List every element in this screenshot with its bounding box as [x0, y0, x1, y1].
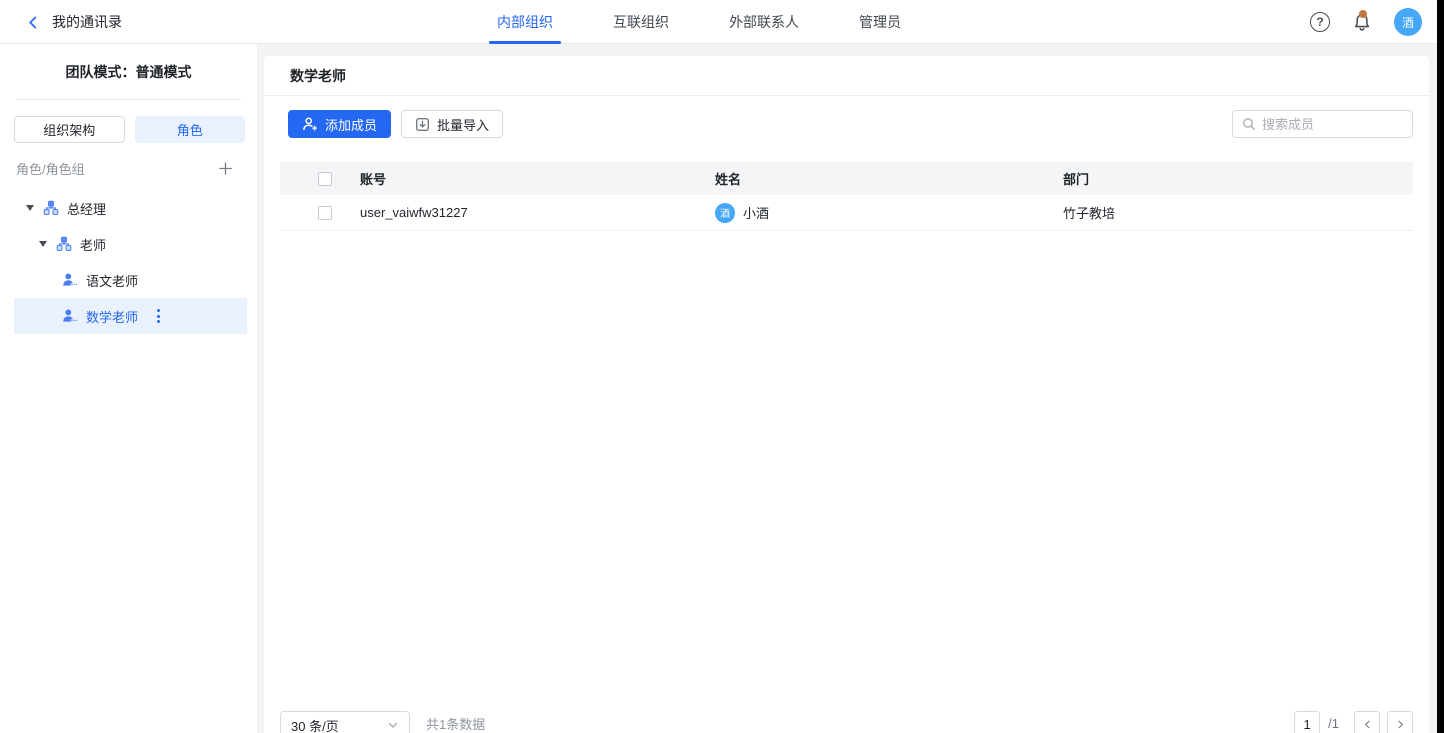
back-chevron-icon — [26, 15, 41, 30]
prev-page-button[interactable] — [1354, 711, 1380, 733]
tab-admins[interactable]: 管理员 — [851, 0, 909, 44]
tree-item-label: 数学老师 — [86, 307, 138, 326]
pagination-bar: 30 条/页 共1条数据 1 /1 — [280, 711, 1413, 733]
app-root: 我的通讯录 内部组织 互联组织 外部联系人 管理员 ? 酒 团队模式：普通模式 … — [0, 0, 1444, 733]
tree-item-teacher[interactable]: 老师 — [0, 226, 257, 262]
tree-item-chinese-teacher[interactable]: 语文老师 — [0, 262, 257, 298]
table-header-row: 账号 姓名 部门 — [280, 162, 1413, 195]
main-panel: 数学老师 添加成员 批量导入 — [264, 56, 1429, 733]
current-page-box[interactable]: 1 — [1294, 711, 1320, 733]
cell-account: user_vaiwfw31227 — [360, 205, 715, 220]
search-icon — [1242, 117, 1256, 131]
notification-bell-icon[interactable] — [1352, 12, 1372, 32]
add-person-icon — [302, 116, 318, 132]
members-table: 账号 姓名 部门 user_vaiwfw31227 酒 小酒 竹子教培 — [280, 162, 1413, 231]
back-to-contacts[interactable]: 我的通讯录 — [26, 0, 122, 44]
cell-name: 酒 小酒 — [715, 203, 1063, 223]
total-pages-label: /1 — [1328, 711, 1339, 733]
topbar-actions: ? 酒 — [1310, 0, 1422, 44]
tree-item-label: 老师 — [80, 235, 106, 254]
tree-item-general-manager[interactable]: 总经理 — [0, 190, 257, 226]
sidebar: 团队模式：普通模式 组织架构 角色 角色/角色组 总经理 — [0, 44, 258, 733]
page-size-select[interactable]: 30 条/页 — [280, 711, 410, 733]
org-structure-button[interactable]: 组织架构 — [14, 116, 125, 143]
role-group-label: 角色/角色组 — [16, 159, 85, 178]
import-icon — [415, 117, 430, 132]
tree-item-math-teacher[interactable]: 数学老师 — [14, 298, 247, 334]
view-toggle: 组织架构 角色 — [0, 100, 257, 143]
pager-controls: 1 /1 — [1294, 711, 1413, 733]
role-button[interactable]: 角色 — [135, 116, 246, 143]
row-checkbox[interactable] — [318, 206, 332, 220]
column-header-name: 姓名 — [715, 169, 1063, 188]
collapse-caret-icon[interactable] — [26, 205, 34, 211]
role-tree: 总经理 老师 语文老师 数学老师 — [0, 190, 257, 334]
add-role-icon[interactable] — [218, 161, 233, 176]
top-tabs: 内部组织 互联组织 外部联系人 管理员 — [489, 0, 909, 44]
batch-import-label: 批量导入 — [437, 115, 489, 134]
table-row[interactable]: user_vaiwfw31227 酒 小酒 竹子教培 — [280, 195, 1413, 231]
search-input[interactable] — [1262, 117, 1438, 132]
role-person-icon — [62, 308, 78, 324]
tree-item-label: 总经理 — [67, 199, 106, 218]
screen-edge-strip — [1437, 0, 1444, 733]
org-node-icon — [56, 236, 72, 252]
cell-department: 竹子教培 — [1063, 203, 1413, 222]
topbar: 我的通讯录 内部组织 互联组织 外部联系人 管理员 ? 酒 — [0, 0, 1444, 44]
next-page-button[interactable] — [1387, 711, 1413, 733]
help-icon[interactable]: ? — [1310, 12, 1330, 32]
member-avatar: 酒 — [715, 203, 735, 223]
org-node-icon — [43, 200, 59, 216]
toolbar: 添加成员 批量导入 — [264, 96, 1429, 152]
page-size-label: 30 条/页 — [291, 716, 339, 733]
collapse-caret-icon[interactable] — [39, 241, 47, 247]
role-group-header: 角色/角色组 — [0, 143, 257, 178]
tab-linked-org[interactable]: 互联组织 — [605, 0, 677, 44]
batch-import-button[interactable]: 批量导入 — [401, 110, 503, 138]
total-count-label: 共1条数据 — [426, 711, 485, 733]
tab-internal-org[interactable]: 内部组织 — [489, 0, 561, 44]
user-avatar[interactable]: 酒 — [1394, 8, 1422, 36]
chevron-down-icon — [387, 719, 399, 731]
notification-dot — [1359, 10, 1367, 18]
role-person-icon — [62, 272, 78, 288]
add-member-label: 添加成员 — [325, 115, 377, 134]
tree-item-more-icon[interactable] — [157, 309, 160, 323]
add-member-button[interactable]: 添加成员 — [288, 110, 391, 138]
select-all-checkbox[interactable] — [318, 172, 332, 186]
tree-item-label: 语文老师 — [86, 271, 138, 290]
tab-external-contacts[interactable]: 外部联系人 — [721, 0, 807, 44]
column-header-department: 部门 — [1063, 169, 1413, 188]
member-search[interactable] — [1232, 110, 1413, 138]
column-header-account: 账号 — [360, 169, 715, 188]
team-mode-label: 团队模式：普通模式 — [0, 44, 257, 82]
member-name: 小酒 — [743, 203, 769, 222]
page-title: 我的通讯录 — [52, 12, 122, 32]
panel-title: 数学老师 — [264, 56, 1429, 96]
